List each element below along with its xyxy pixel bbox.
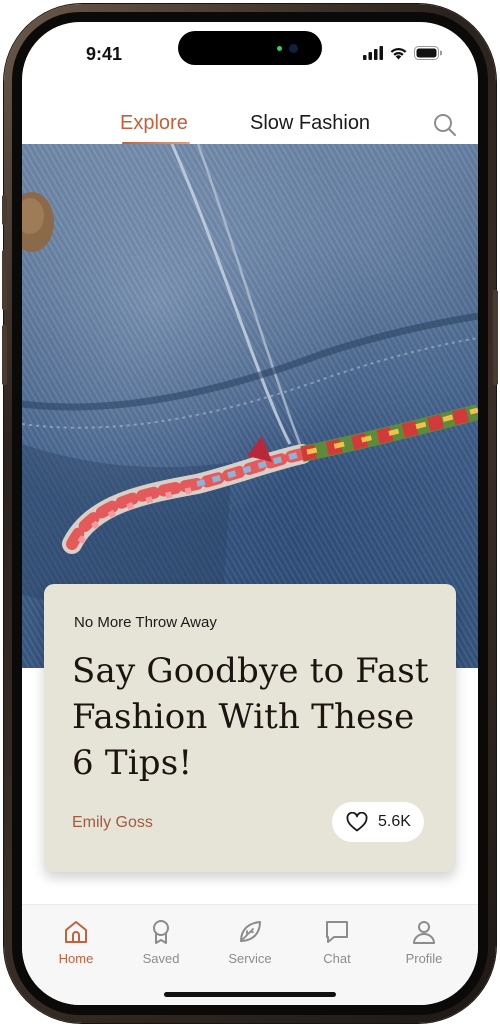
search-button[interactable] (432, 112, 458, 138)
battery-icon (414, 46, 443, 65)
like-count: 5.6K (378, 813, 411, 830)
status-time: 9:41 (86, 44, 123, 64)
like-button[interactable]: 5.6K (332, 802, 424, 842)
search-icon (434, 114, 456, 136)
top-nav: Explore Slow Fashion (22, 84, 478, 144)
award-badge-icon (153, 920, 169, 944)
article-kicker: No More Throw Away (74, 614, 217, 631)
nav-label-chat: Chat (323, 951, 351, 966)
status-icons (363, 46, 443, 65)
silent-switch (2, 195, 7, 225)
heart-outline-icon (346, 812, 368, 832)
nav-label-saved: Saved (142, 951, 180, 966)
chat-bubble-icon (326, 921, 348, 943)
nav-item-home[interactable]: Home (36, 917, 116, 973)
status-bar: 9:41 (22, 22, 478, 82)
wifi-icon (389, 46, 408, 65)
power-button (493, 290, 498, 385)
nav-item-saved[interactable]: Saved (121, 917, 201, 973)
nav-label-profile: Profile (405, 951, 443, 966)
tab-explore[interactable]: Explore (120, 112, 188, 135)
nav-label-service: Service (228, 951, 272, 966)
user-icon (413, 921, 435, 944)
cellular-signal-icon (363, 46, 383, 65)
camera-indicator-dot (277, 46, 282, 51)
volume-down-button (2, 325, 7, 385)
dynamic-island (178, 31, 322, 65)
front-camera (289, 44, 298, 53)
tab-slow-fashion[interactable]: Slow Fashion (250, 112, 370, 135)
nav-item-chat[interactable]: Chat (297, 917, 377, 973)
nav-item-service[interactable]: Service (210, 917, 290, 973)
volume-up-button (2, 250, 7, 310)
article-title: Say Goodbye to Fast Fashion With These 6… (72, 651, 429, 783)
app-screen: 9:41 Explore Slow Fashion No More Throw … (22, 22, 478, 1005)
article-author[interactable]: Emily Goss (72, 814, 153, 832)
bottom-nav: Home Saved Service Chat Profile (22, 904, 478, 1005)
home-icon (65, 921, 87, 943)
nav-item-profile[interactable]: Profile (384, 917, 464, 973)
home-indicator[interactable] (164, 992, 336, 997)
featured-article-card[interactable]: No More Throw Away Say Goodbye to Fast F… (44, 584, 456, 872)
leaf-icon (240, 921, 261, 942)
nav-label-home: Home (58, 951, 94, 966)
